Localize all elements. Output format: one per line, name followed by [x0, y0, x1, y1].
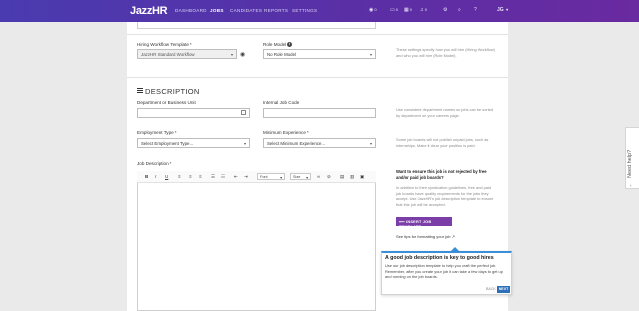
top-nav [0, 0, 639, 22]
divider [127, 77, 508, 78]
internal-job-code-input[interactable] [263, 108, 376, 118]
divider [127, 34, 508, 35]
hiring-workflow-value: JazzHR Standard Workflow [141, 52, 195, 57]
indent-icon[interactable]: ⇥ [244, 174, 248, 180]
hiring-workflow-label: Hiring Workflow Template* [137, 42, 192, 47]
dropdown-icon[interactable] [241, 110, 246, 115]
need-help-tab[interactable]: Need help? ‹ [625, 127, 639, 189]
role-model-label: Role Model [263, 42, 287, 47]
job-description-editor[interactable] [137, 171, 376, 311]
employment-type-label: Employment Type* [137, 130, 177, 135]
minimum-experience-label: Minimum Experience* [263, 130, 309, 135]
italic-button[interactable]: I [155, 174, 156, 179]
employment-type-value: Select Employment Type... [141, 141, 194, 146]
menu-icon [137, 88, 143, 93]
internal-job-code-label: Internal Job Code [263, 100, 300, 105]
department-input[interactable] [137, 108, 250, 118]
previous-field[interactable] [137, 22, 376, 29]
document-icon[interactable]: ▤ [340, 174, 344, 180]
chevron-down-icon: ▾ [243, 141, 246, 146]
workflow-help-text: These settings specify how you will hire… [396, 47, 495, 58]
role-model-value: No Role Model [267, 52, 297, 57]
popup-title: A good job description is key to good hi… [385, 255, 494, 261]
info-icon[interactable]: i [287, 42, 292, 47]
eye-count: 0 [374, 7, 377, 12]
app-logo[interactable]: JazzHR [130, 5, 168, 17]
search-icon[interactable]: ⌕ [458, 7, 461, 13]
nav-dashboard[interactable]: DASHBOARD [175, 8, 207, 13]
font-select-value: Font [260, 175, 268, 179]
chevron-down-icon: ▾ [369, 141, 372, 146]
chevron-down-icon: ▾ [230, 52, 233, 57]
align-left-icon[interactable]: ≡ [178, 174, 181, 179]
image-icon[interactable]: ▣ [360, 174, 364, 180]
popup-next-button[interactable]: NEXT [497, 286, 510, 293]
bell-icon: ♫ [420, 7, 424, 13]
font-select[interactable]: Font ▾ [257, 173, 285, 180]
numbered-list-icon[interactable]: ☷ [221, 174, 225, 180]
role-model-select[interactable]: No Role Model ▾ [263, 49, 376, 59]
user-menu[interactable]: JG ▾ [497, 7, 508, 13]
section-title: DESCRIPTION [145, 87, 200, 96]
hiring-workflow-select[interactable]: JazzHR Standard Workflow ▾ [137, 49, 237, 59]
underline-button[interactable]: U [165, 174, 168, 179]
nav-jobs[interactable]: JOBS [210, 8, 224, 13]
chat-icon: ▭ [390, 7, 395, 13]
eye-counter[interactable]: ◉0 [369, 7, 377, 13]
job-description-label: Job Description* [137, 161, 172, 166]
outdent-icon[interactable]: ⇤ [234, 174, 238, 180]
external-link-icon: ↗ [451, 234, 455, 239]
bulleted-list-icon[interactable]: ☰ [211, 174, 215, 180]
align-right-icon[interactable]: ≡ [199, 174, 202, 179]
bell-counter[interactable]: ♫0 [420, 7, 427, 13]
unlink-icon[interactable]: ⊘ [327, 174, 331, 180]
nav-candidates[interactable]: CANDIDATES [230, 8, 262, 13]
need-help-label: Need help? [627, 149, 633, 178]
question-icon[interactable]: ? [474, 7, 477, 13]
chevron-down-icon: ▾ [306, 176, 308, 180]
employment-type-select[interactable]: Select Employment Type... ▾ [137, 138, 250, 148]
user-initials: JG [497, 7, 504, 13]
bell-count: 0 [424, 7, 427, 12]
nav-settings[interactable]: SETTINGS [292, 8, 317, 13]
insert-job-template-button[interactable]: ⟵ INSERT JOB TEMPLATE [396, 217, 452, 229]
align-center-icon[interactable]: ≡ [189, 174, 192, 179]
bold-button[interactable]: B [145, 174, 148, 179]
calendar-count: 0 [409, 7, 412, 12]
minimum-experience-select[interactable]: Select Minimum Experience... ▾ [263, 138, 376, 148]
job-board-question: Want to ensure this job is not rejected … [396, 169, 487, 180]
chevron-down-icon: ▾ [280, 176, 282, 180]
chevron-down-icon: ▾ [369, 52, 372, 57]
nav-reports[interactable]: REPORTS [264, 8, 288, 13]
department-help-text: Use consistent department names so jobs … [396, 107, 494, 118]
formatting-tips-label: See tips for formatting your job [396, 234, 451, 239]
employment-help-text: Some job boards will not publish unpaid … [396, 137, 489, 148]
gear-icon[interactable]: ⚙ [443, 7, 447, 13]
eye-icon[interactable]: ◉ [240, 51, 245, 58]
popup-back-button[interactable]: BACK [486, 287, 496, 291]
chat-count: 0 [395, 7, 398, 12]
minimum-experience-value: Select Minimum Experience... [267, 141, 326, 146]
chat-counter[interactable]: ▭0 [390, 7, 398, 13]
job-board-help-text: In addition to their syndication guideli… [396, 185, 494, 207]
link-icon[interactable]: ∞ [317, 174, 320, 179]
calendar-icon: ▦ [404, 7, 409, 13]
formatting-tips-link[interactable]: See tips for formatting your job ↗ [396, 234, 455, 239]
size-select-value: Size [293, 175, 301, 179]
chevron-down-icon: ▾ [506, 7, 509, 12]
source-icon[interactable]: ▥ [350, 174, 354, 180]
size-select[interactable]: Size ▾ [290, 173, 311, 180]
department-label: Department or Business Unit [137, 100, 196, 105]
popup-body: Use our job description template to help… [385, 263, 503, 280]
calendar-counter[interactable]: ▦0 [404, 7, 412, 13]
eye-icon: ◉ [369, 7, 374, 13]
chevron-left-icon: ‹ [630, 183, 632, 188]
